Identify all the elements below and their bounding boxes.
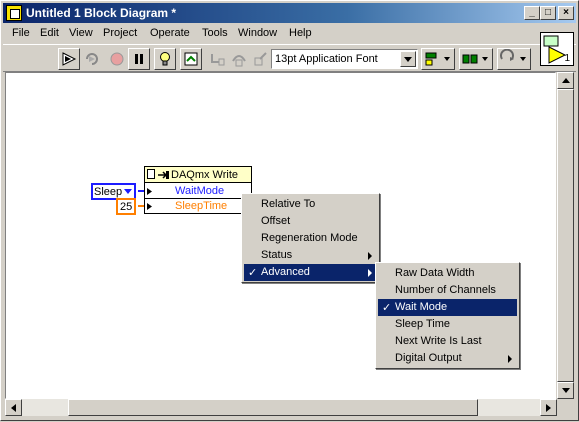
menu-item-label: Wait Mode [395, 301, 448, 313]
horizontal-scroll-thumb[interactable] [68, 399, 478, 416]
menu-item-offset[interactable]: Offset [244, 213, 377, 230]
menu-item-number-of-channels[interactable]: Number of Channels [378, 282, 517, 299]
property-node-ref-icon [147, 169, 155, 179]
submenu-arrow-icon [368, 252, 372, 260]
menu-item-label: Offset [261, 215, 291, 227]
submenu-arrow-icon [368, 269, 372, 277]
menu-item-wait-mode[interactable]: ✓ Wait Mode [378, 299, 517, 316]
menu-item-advanced[interactable]: ✓ Advanced [244, 264, 377, 281]
checkmark-icon: ✓ [248, 267, 258, 279]
property-row-waitmode[interactable]: WaitMode [145, 184, 251, 199]
menu-item-label: Relative To [261, 198, 316, 210]
menu-item-sleep-time[interactable]: Sleep Time [378, 316, 517, 333]
menu-item-label: Next Write Is Last [395, 335, 482, 347]
menu-item-status[interactable]: Status [244, 247, 377, 264]
horizontal-scrollbar[interactable] [5, 399, 557, 416]
menu-item-label: Regeneration Mode [261, 232, 358, 244]
numeric-constant-value: 25 [120, 201, 133, 213]
menu-item-label: Sleep Time [395, 318, 451, 330]
property-node-header[interactable]: DAQmx Write [145, 167, 251, 183]
menu-item-label: Advanced [261, 266, 310, 278]
vertical-scroll-thumb[interactable] [557, 89, 574, 382]
property-row-label: SleepTime [175, 200, 228, 212]
input-arrow-icon [147, 203, 152, 210]
scrollbar-corner [557, 399, 574, 416]
daqmx-write-property-node[interactable]: DAQmx Write WaitMode SleepTime [144, 166, 252, 214]
input-arrow-icon [147, 188, 152, 195]
numeric-constant[interactable]: 25 [116, 198, 136, 215]
property-context-menu: Relative To Offset Regeneration Mode Sta… [241, 193, 380, 283]
menu-item-label: Digital Output [395, 352, 462, 364]
block-diagram-window: Untitled 1 Block Diagram * _ □ × File Ed… [0, 0, 579, 421]
menu-item-digital-output[interactable]: Digital Output [378, 350, 517, 367]
menu-item-next-write-is-last[interactable]: Next Write Is Last [378, 333, 517, 350]
submenu-arrow-icon [508, 355, 512, 363]
property-row-label: WaitMode [175, 185, 225, 197]
scroll-right-button[interactable] [540, 399, 557, 416]
wire-terminal-icon [158, 171, 169, 179]
checkmark-icon: ✓ [382, 302, 392, 314]
menu-item-relative-to[interactable]: Relative To [244, 196, 377, 213]
scroll-left-button[interactable] [5, 399, 22, 416]
menu-item-label: Number of Channels [395, 284, 496, 296]
menu-item-label: Status [261, 249, 293, 261]
menu-item-label: Raw Data Width [395, 267, 475, 279]
sleep-enum-value: Sleep [94, 186, 123, 198]
menu-item-raw-data-width[interactable]: Raw Data Width [378, 265, 517, 282]
property-row-sleeptime[interactable]: SleepTime [145, 199, 251, 214]
vertical-scrollbar[interactable] [557, 72, 574, 399]
property-node-title: DAQmx Write [171, 169, 239, 181]
advanced-submenu: Raw Data Width Number of Channels ✓ Wait… [375, 262, 520, 369]
scroll-down-button[interactable] [557, 382, 574, 399]
menu-item-regeneration-mode[interactable]: Regeneration Mode [244, 230, 377, 247]
triangle-down-icon[interactable] [124, 189, 132, 194]
scroll-up-button[interactable] [557, 72, 574, 89]
